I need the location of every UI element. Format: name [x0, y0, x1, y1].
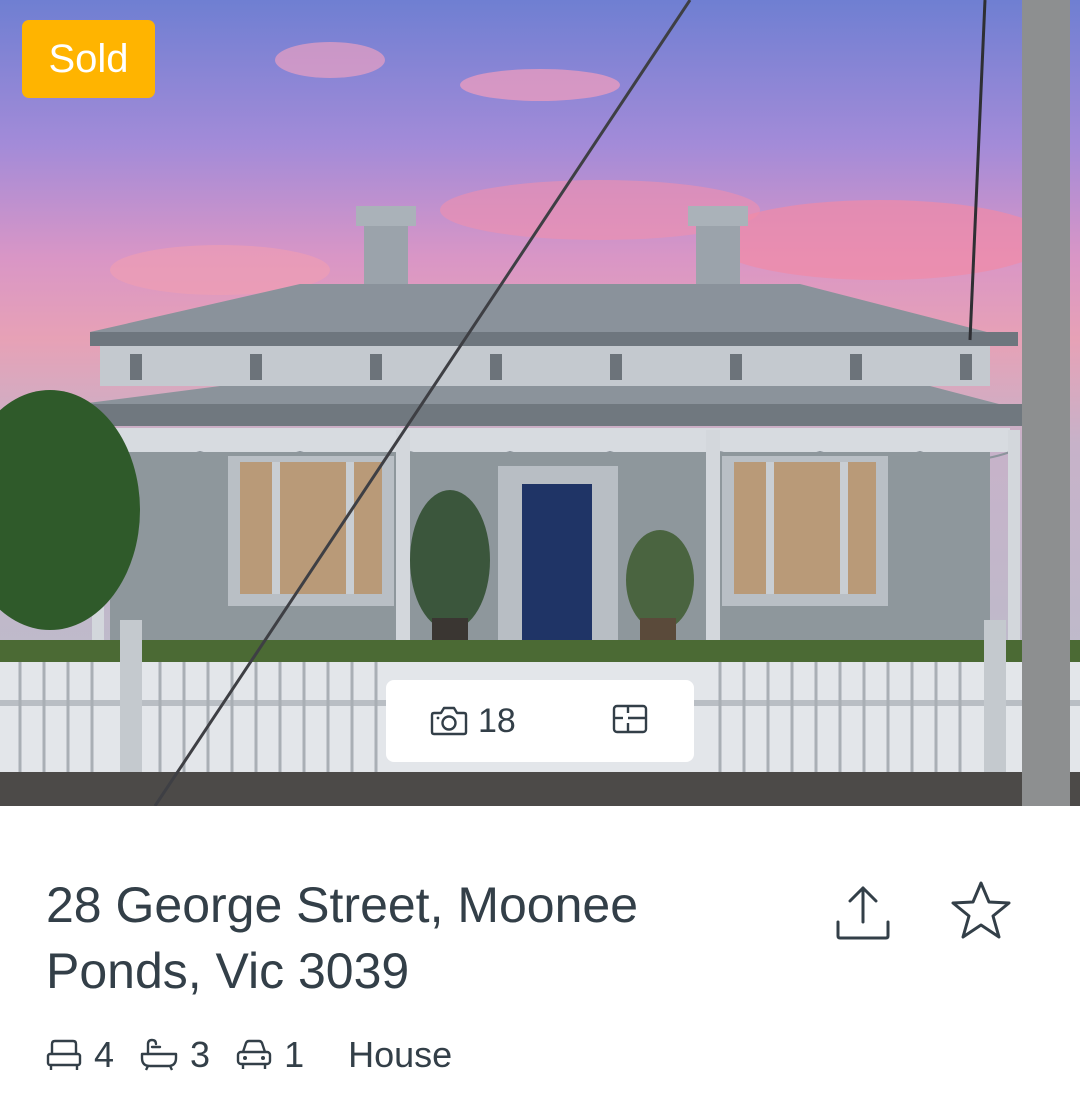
car-spaces-count: 1: [284, 1034, 305, 1075]
star-icon: [948, 881, 1014, 948]
bath-icon: [140, 1038, 190, 1072]
photo-count: 18: [478, 702, 516, 740]
bathrooms-feature: 3: [140, 1034, 210, 1076]
photos-button[interactable]: 18: [430, 680, 516, 762]
bedrooms-count: 4: [94, 1034, 115, 1075]
property-hero-image[interactable]: Sold 18: [0, 0, 1080, 806]
car-spaces-feature: 1: [236, 1034, 304, 1076]
floorplan-icon: [612, 704, 648, 739]
car-icon: [236, 1038, 284, 1072]
property-type: House: [348, 1034, 453, 1075]
listing-address: 28 George Street, Moonee Ponds, Vic 3039: [46, 877, 639, 999]
status-badge: Sold: [22, 20, 155, 98]
shortlist-button[interactable]: [948, 878, 1014, 944]
bedrooms-feature: 4: [46, 1034, 114, 1076]
share-button[interactable]: [832, 882, 894, 944]
floorplan-button[interactable]: [612, 680, 648, 762]
bed-icon: [46, 1038, 94, 1072]
share-icon: [832, 886, 894, 948]
media-controls: 18: [386, 680, 694, 762]
camera-icon: [430, 706, 468, 736]
bathrooms-count: 3: [190, 1034, 211, 1075]
property-features: 4 3 1 House: [46, 1032, 452, 1078]
